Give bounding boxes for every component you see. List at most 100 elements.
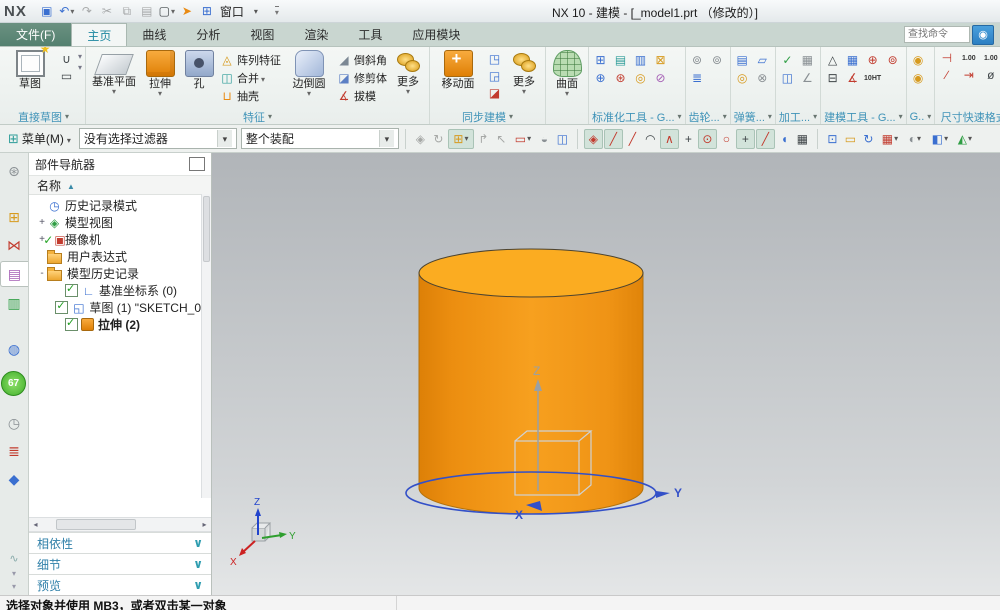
- transform-icon[interactable]: ◈: [412, 130, 429, 148]
- scroll-right-icon[interactable]: ▸: [198, 520, 211, 529]
- command-finder-icon[interactable]: ◉: [972, 25, 994, 45]
- arc-center-snap-icon[interactable]: ⊙: [698, 129, 717, 149]
- undo-icon[interactable]: ↶: [58, 2, 76, 20]
- chevron-down-icon[interactable]: [78, 51, 82, 61]
- pattern-feature-button[interactable]: 阵列特征: [220, 51, 281, 68]
- fit-window-icon[interactable]: ⊡: [824, 130, 841, 148]
- zoom-window-icon[interactable]: ▭: [842, 130, 859, 148]
- edge-blend-button[interactable]: 边倒圆: [284, 48, 334, 98]
- navigator-section-header[interactable]: 相依性: [29, 532, 211, 553]
- expand-toggle[interactable]: +: [37, 217, 47, 228]
- gear-icon[interactable]: ⊛: [2, 159, 26, 183]
- std-washer-icon[interactable]: ◎: [632, 70, 649, 86]
- tree-item[interactable]: - 模型历史记录: [29, 265, 211, 282]
- chevron-down-icon[interactable]: [193, 557, 203, 571]
- extrude-button[interactable]: 拉伸: [142, 48, 178, 98]
- chevron-down-icon[interactable]: [193, 578, 203, 592]
- history-icon[interactable]: ◷: [2, 411, 26, 435]
- chevron-down-icon[interactable]: ▾: [12, 569, 16, 578]
- midpoint-snap-icon[interactable]: ╱: [624, 130, 641, 148]
- endpoint-snap-icon[interactable]: ╱: [604, 129, 623, 149]
- tree-item[interactable]: + ▣ 摄像机: [29, 231, 211, 248]
- leader-dim-icon[interactable]: ⇥: [960, 67, 977, 83]
- feature-more-button[interactable]: 更多: [390, 48, 426, 96]
- float-panel-icon[interactable]: [189, 157, 205, 171]
- tangent-snap-icon[interactable]: ╱: [756, 129, 775, 149]
- tree-item[interactable]: 拉伸 (2): [29, 316, 211, 333]
- paste-icon[interactable]: ▤: [138, 2, 156, 20]
- tab-file[interactable]: 文件(F): [0, 23, 71, 46]
- balloon-cluster-icon[interactable]: ⊚: [884, 52, 901, 68]
- curve-snap-icon[interactable]: ◠: [642, 130, 659, 148]
- chevron-down-icon[interactable]: [247, 2, 265, 20]
- roles-icon[interactable]: ◆: [2, 467, 26, 491]
- cylinder-gear-icon[interactable]: ⊚: [689, 52, 706, 68]
- cut-icon[interactable]: ✂: [98, 2, 116, 20]
- coil-spring-icon[interactable]: ◎: [734, 70, 751, 86]
- snap-point-settings-icon[interactable]: ◈: [584, 129, 603, 149]
- tree-item[interactable]: ◷ 历史记录模式: [29, 197, 211, 214]
- delete-spring-icon[interactable]: ⊗: [754, 70, 771, 86]
- cylinder-top-face[interactable]: [419, 249, 643, 297]
- trim-body-button[interactable]: 修剪体: [337, 69, 387, 86]
- scroll-left-icon[interactable]: ◂: [29, 520, 42, 529]
- chevron-down-icon[interactable]: [158, 91, 162, 98]
- copy-icon[interactable]: ⧉: [118, 2, 136, 20]
- minimize-ribbon-icon[interactable]: [268, 2, 286, 20]
- window-menu-label[interactable]: 窗口: [220, 3, 244, 20]
- surface-button[interactable]: 曲面: [549, 48, 585, 98]
- std-bolt-icon[interactable]: ⊕: [592, 70, 609, 86]
- color-palette-icon[interactable]: ≣: [2, 439, 26, 463]
- scrollbar-thumb[interactable]: [56, 519, 136, 530]
- orient-view-icon[interactable]: ◧: [928, 130, 952, 148]
- face-snap-icon[interactable]: ◖: [776, 130, 793, 148]
- sketch-button[interactable]: 草图: [5, 48, 55, 91]
- selection-filter-dropdown[interactable]: 没有选择过滤器: [79, 128, 237, 149]
- ribbon-tab[interactable]: 应用模块: [397, 23, 475, 46]
- ribbon-tab[interactable]: 主页: [71, 23, 127, 46]
- chevron-down-icon[interactable]: [307, 91, 311, 98]
- rotate-view-icon[interactable]: ↻: [860, 130, 877, 148]
- cube-select-icon[interactable]: ◫: [554, 130, 571, 148]
- check-mark-icon[interactable]: ✓: [779, 52, 796, 68]
- tree-item[interactable]: ∟ 基准坐标系 (0): [29, 282, 211, 299]
- chevron-down-icon[interactable]: [522, 89, 526, 96]
- save-icon[interactable]: ▣: [38, 2, 56, 20]
- lasso-icon[interactable]: ▭: [511, 130, 535, 148]
- chevron-down-icon[interactable]: [379, 130, 394, 147]
- rack-icon[interactable]: ≣: [689, 70, 706, 86]
- web-browser-icon[interactable]: ◍: [2, 337, 26, 361]
- chevron-down-icon[interactable]: [78, 62, 82, 72]
- replace-face-icon[interactable]: ◲: [486, 68, 503, 84]
- polyline-snap-icon[interactable]: ∧: [660, 129, 679, 149]
- touch-mode-icon[interactable]: ➤: [178, 2, 196, 20]
- resource-bar-handle[interactable]: ∿: [9, 552, 18, 565]
- triangle-symbol-icon[interactable]: △: [824, 52, 841, 68]
- sphere-select-icon[interactable]: ◒: [536, 130, 553, 148]
- sync-more-button[interactable]: 更多: [506, 48, 542, 96]
- checkbox[interactable]: [65, 318, 78, 331]
- redo-icon[interactable]: ↷: [78, 2, 96, 20]
- menu-button[interactable]: 菜单(M): [4, 128, 75, 149]
- diameter-icon[interactable]: ø: [982, 67, 999, 83]
- sort-ascending-icon[interactable]: [67, 178, 75, 192]
- part-navigator-icon[interactable]: ▤: [0, 261, 28, 287]
- checkbox[interactable]: [55, 301, 68, 314]
- std-replace-icon[interactable]: ▤: [612, 52, 629, 68]
- std-family-icon[interactable]: ▥: [632, 52, 649, 68]
- std-stamp-icon[interactable]: ⊘: [652, 70, 669, 86]
- datum-grid-icon[interactable]: ▦: [844, 52, 861, 68]
- scrollbar-thumb[interactable]: [203, 196, 210, 262]
- dim-precision-2-icon[interactable]: 1.00: [982, 50, 999, 66]
- navigator-section-header[interactable]: 预览: [29, 574, 211, 595]
- ribbon-tab[interactable]: 工具: [343, 23, 397, 46]
- ribbon-tab[interactable]: 渲染: [289, 23, 343, 46]
- cylinder-body[interactable]: [419, 273, 643, 514]
- spring-design-icon[interactable]: ▤: [734, 52, 751, 68]
- blank-stamp-icon[interactable]: ▦: [799, 52, 816, 68]
- datum-plane-button[interactable]: 基准平面: [89, 48, 139, 96]
- shell-button[interactable]: 抽壳: [220, 87, 281, 104]
- tolerance-stamp-icon[interactable]: 10HT: [864, 70, 881, 86]
- ribbon-tab[interactable]: 视图: [235, 23, 289, 46]
- show-hide-icon[interactable]: ◭: [953, 130, 977, 148]
